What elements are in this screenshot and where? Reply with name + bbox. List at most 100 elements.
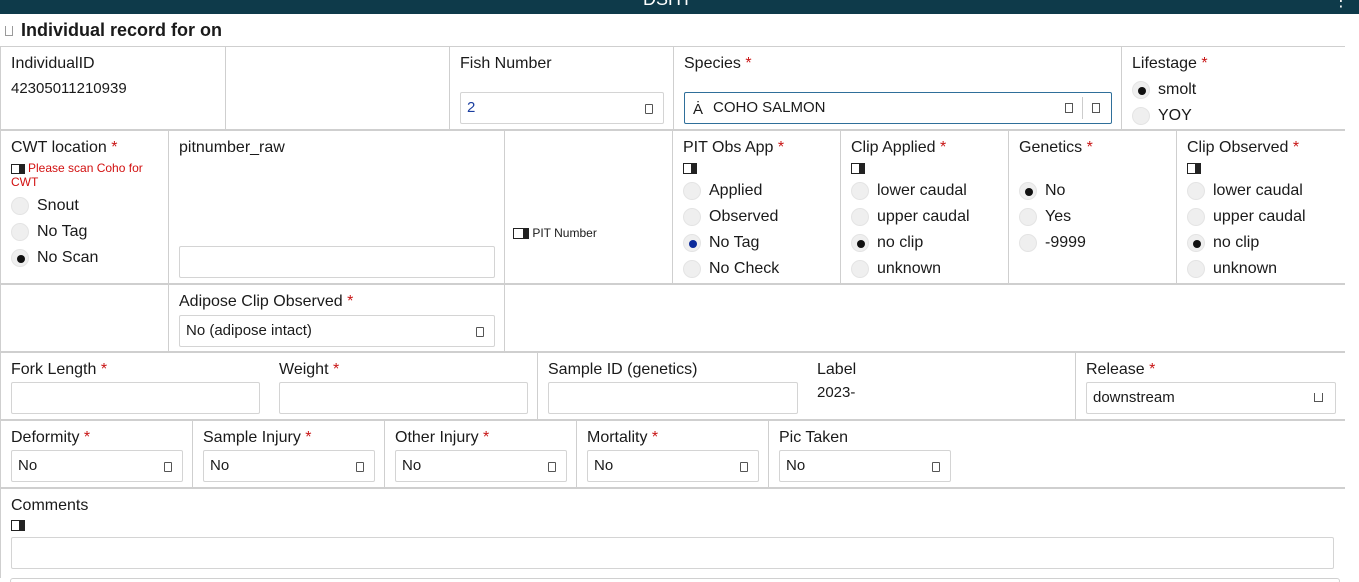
deformity-label: Deformity * <box>11 429 91 446</box>
other-injury-select[interactable]: No <box>395 450 567 482</box>
row-identity: IndividualID 42305011210939 Fish Number … <box>0 46 1345 130</box>
clip-observed-option-unknown[interactable]: unknown <box>1187 256 1306 282</box>
scanner-icon[interactable] <box>683 163 697 174</box>
adipose-cell: Adipose Clip Observed * No (adipose inta… <box>169 285 505 351</box>
fish-number-value: 2 <box>467 99 476 116</box>
row-measurements: Fork Length * Weight * Sample ID (geneti… <box>0 352 1345 420</box>
scanner-icon[interactable] <box>11 163 25 174</box>
pitnumber-raw-input[interactable] <box>179 246 495 278</box>
clip-applied-label: Clip Applied * <box>851 139 947 156</box>
pic-taken-cell: Pic Taken No <box>769 421 961 487</box>
fork-length-cell: Fork Length * <box>1 353 269 419</box>
pic-taken-label: Pic Taken <box>779 429 849 446</box>
lifestage-cell: Lifestage * smolt YOY <box>1122 47 1346 129</box>
adipose-value: No (adipose intact) <box>186 322 312 339</box>
genetics-option-9999[interactable]: -9999 <box>1019 230 1086 256</box>
comments-input[interactable] <box>11 537 1334 569</box>
pitnumber-raw-cell: pitnumber_raw <box>169 131 505 283</box>
genetics-option-no[interactable]: No <box>1019 178 1086 204</box>
pit-obs-app-label: PIT Obs App * <box>683 139 785 156</box>
cwt-option-no-scan[interactable]: No Scan <box>11 245 98 271</box>
sample-injury-select[interactable]: No <box>203 450 375 482</box>
clip-applied-option-lower-caudal[interactable]: lower caudal <box>851 178 970 204</box>
deformity-cell: Deformity * No <box>1 421 193 487</box>
pitnumber-raw-label: pitnumber_raw <box>179 139 285 156</box>
cwt-option-snout[interactable]: Snout <box>11 193 98 219</box>
clip-applied-option-no-clip[interactable]: no clip <box>851 230 970 256</box>
pit-number-cell: PIT Number <box>505 131 673 283</box>
sample-injury-label: Sample Injury * <box>203 429 312 446</box>
weight-label: Weight * <box>279 361 340 378</box>
app-title: DSHT <box>643 0 692 10</box>
mortality-cell: Mortality * No <box>577 421 769 487</box>
label-cell: Label 2023- <box>807 353 1076 419</box>
lifestage-option-smolt[interactable]: smolt <box>1132 77 1196 103</box>
lifestage-option-yoy[interactable]: YOY <box>1132 103 1196 129</box>
adipose-select[interactable]: No (adipose intact) <box>179 315 495 347</box>
fork-length-input[interactable] <box>11 382 260 414</box>
species-value: COHO SALMON <box>713 99 826 116</box>
dropdown-icon[interactable] <box>1314 393 1323 402</box>
cwt-location-label: CWT location * <box>11 139 118 156</box>
pit-obs-option-no-tag[interactable]: No Tag <box>683 230 779 256</box>
weight-input[interactable] <box>279 382 528 414</box>
empty-cell <box>1 285 169 351</box>
pit-obs-option-no-check[interactable]: No Check <box>683 256 779 282</box>
dropdown-icon[interactable] <box>1092 103 1100 113</box>
genetics-option-yes[interactable]: Yes <box>1019 204 1086 230</box>
deformity-select[interactable]: No <box>11 450 183 482</box>
fork-length-label: Fork Length * <box>11 361 108 378</box>
cwt-warning: Please scan Coho for CWT <box>11 161 143 189</box>
weight-cell: Weight * <box>269 353 538 419</box>
clip-observed-cell: Clip Observed * lower caudal upper cauda… <box>1177 131 1346 283</box>
clip-applied-option-unknown[interactable]: unknown <box>851 256 970 282</box>
fish-number-cell: Fish Number 2 <box>450 47 674 129</box>
clip-observed-radio-group: lower caudal upper caudal no clip unknow… <box>1187 178 1306 282</box>
clip-observed-label: Clip Observed * <box>1187 139 1300 156</box>
clip-observed-option-lower-caudal[interactable]: lower caudal <box>1187 178 1306 204</box>
species-label: Species * <box>684 55 752 72</box>
comments-cell: Comments <box>1 489 1346 578</box>
species-cell: Species * Ȧ COHO SALMON <box>674 47 1122 129</box>
sample-id-input[interactable] <box>548 382 798 414</box>
comments-label: Comments <box>11 497 89 514</box>
cwt-option-no-tag[interactable]: No Tag <box>11 219 98 245</box>
pit-obs-radio-group: Applied Observed No Tag No Check <box>683 178 779 282</box>
fish-number-label: Fish Number <box>460 55 552 72</box>
row-comments: Comments <box>0 488 1345 578</box>
dropdown-icon[interactable] <box>548 462 556 472</box>
spinner-icon[interactable] <box>645 104 653 114</box>
cwt-radio-group: Snout No Tag No Scan <box>11 193 98 271</box>
scanner-icon[interactable] <box>1187 163 1201 174</box>
individual-id-cell: IndividualID 42305011210939 <box>1 47 226 129</box>
row-condition: Deformity * No Sample Injury * No Other … <box>0 420 1345 488</box>
font-type-icon: Ȧ <box>693 101 704 118</box>
scanner-icon[interactable] <box>851 163 865 174</box>
pit-obs-option-observed[interactable]: Observed <box>683 204 779 230</box>
dropdown-icon[interactable] <box>932 462 940 472</box>
adipose-label: Adipose Clip Observed * <box>179 293 354 310</box>
dropdown-icon[interactable] <box>740 462 748 472</box>
row-adipose: Adipose Clip Observed * No (adipose inta… <box>0 284 1345 352</box>
dropdown-icon[interactable] <box>476 327 484 337</box>
lifestage-radio-group: smolt YOY <box>1132 77 1196 129</box>
clear-icon[interactable] <box>1065 103 1073 113</box>
clip-applied-option-upper-caudal[interactable]: upper caudal <box>851 204 970 230</box>
mortality-select[interactable]: No <box>587 450 759 482</box>
dropdown-icon[interactable] <box>356 462 364 472</box>
clip-observed-option-upper-caudal[interactable]: upper caudal <box>1187 204 1306 230</box>
kebab-menu-icon[interactable]: ⋮ <box>1333 0 1349 11</box>
dropdown-icon[interactable] <box>164 462 172 472</box>
release-select[interactable]: downstream <box>1086 382 1336 414</box>
species-input[interactable]: Ȧ COHO SALMON <box>684 92 1112 124</box>
pit-number-button[interactable]: PIT Number <box>513 226 597 240</box>
collapse-toggle-icon[interactable] <box>5 26 13 36</box>
fish-number-input[interactable]: 2 <box>460 92 664 124</box>
empty-cell <box>226 47 450 129</box>
scanner-icon <box>513 228 529 240</box>
clip-observed-option-no-clip[interactable]: no clip <box>1187 230 1306 256</box>
pit-obs-option-applied[interactable]: Applied <box>683 178 779 204</box>
release-value: downstream <box>1093 389 1175 406</box>
pic-taken-select[interactable]: No <box>779 450 951 482</box>
scanner-icon[interactable] <box>11 520 25 531</box>
